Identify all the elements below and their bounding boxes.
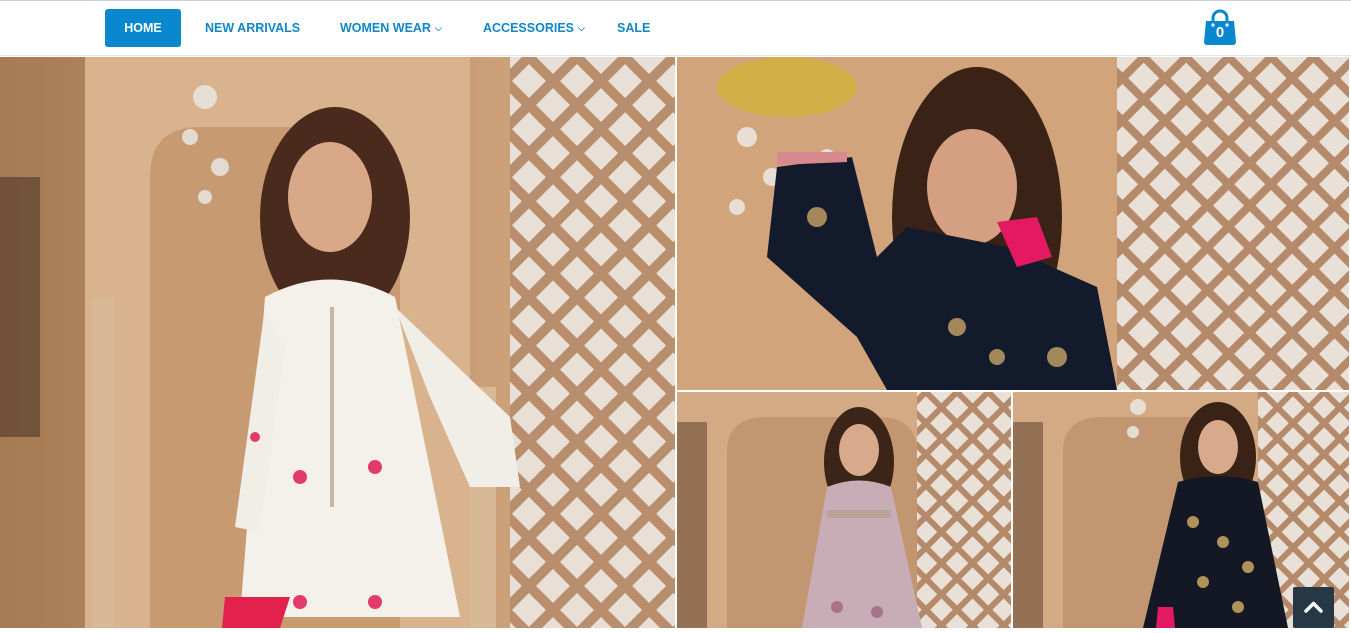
nav-home[interactable]: HOME bbox=[105, 9, 181, 47]
model-black-kurta-image bbox=[677, 57, 1349, 390]
model-lilac-outfit-image bbox=[677, 392, 1011, 628]
model-white-kurta-image bbox=[0, 57, 675, 628]
nav-women-wear[interactable]: WOMEN WEAR ⌵ bbox=[340, 9, 442, 47]
nav-women-wear-label: WOMEN WEAR bbox=[340, 21, 431, 35]
gallery-image-white-kurta[interactable] bbox=[0, 57, 675, 628]
nav-new-arrivals-label: NEW ARRIVALS bbox=[205, 21, 301, 35]
gallery-image-lilac-outfit[interactable] bbox=[677, 392, 1011, 628]
nav-sale[interactable]: SALE bbox=[617, 9, 650, 47]
cart-button[interactable]: 0 bbox=[1203, 9, 1237, 47]
gallery-image-black-kurta[interactable] bbox=[677, 57, 1349, 390]
chevron-down-icon: ⌵ bbox=[434, 23, 442, 33]
nav-new-arrivals[interactable]: NEW ARRIVALS bbox=[205, 9, 300, 47]
scroll-to-top-button[interactable] bbox=[1293, 587, 1334, 628]
main-navbar: HOME NEW ARRIVALS WOMEN WEAR ⌵ ACCESSORIE… bbox=[0, 1, 1351, 56]
nav-accessories-label: ACCESSORIES bbox=[483, 21, 574, 35]
nav-sale-label: SALE bbox=[617, 21, 651, 35]
hero-gallery bbox=[0, 57, 1351, 628]
cart-count: 0 bbox=[1215, 24, 1225, 41]
chevron-up-icon bbox=[1304, 601, 1323, 613]
nav-accessories[interactable]: ACCESSORIES ⌵ bbox=[483, 9, 585, 47]
chevron-down-icon: ⌵ bbox=[578, 23, 585, 33]
nav-home-label: HOME bbox=[124, 21, 162, 35]
